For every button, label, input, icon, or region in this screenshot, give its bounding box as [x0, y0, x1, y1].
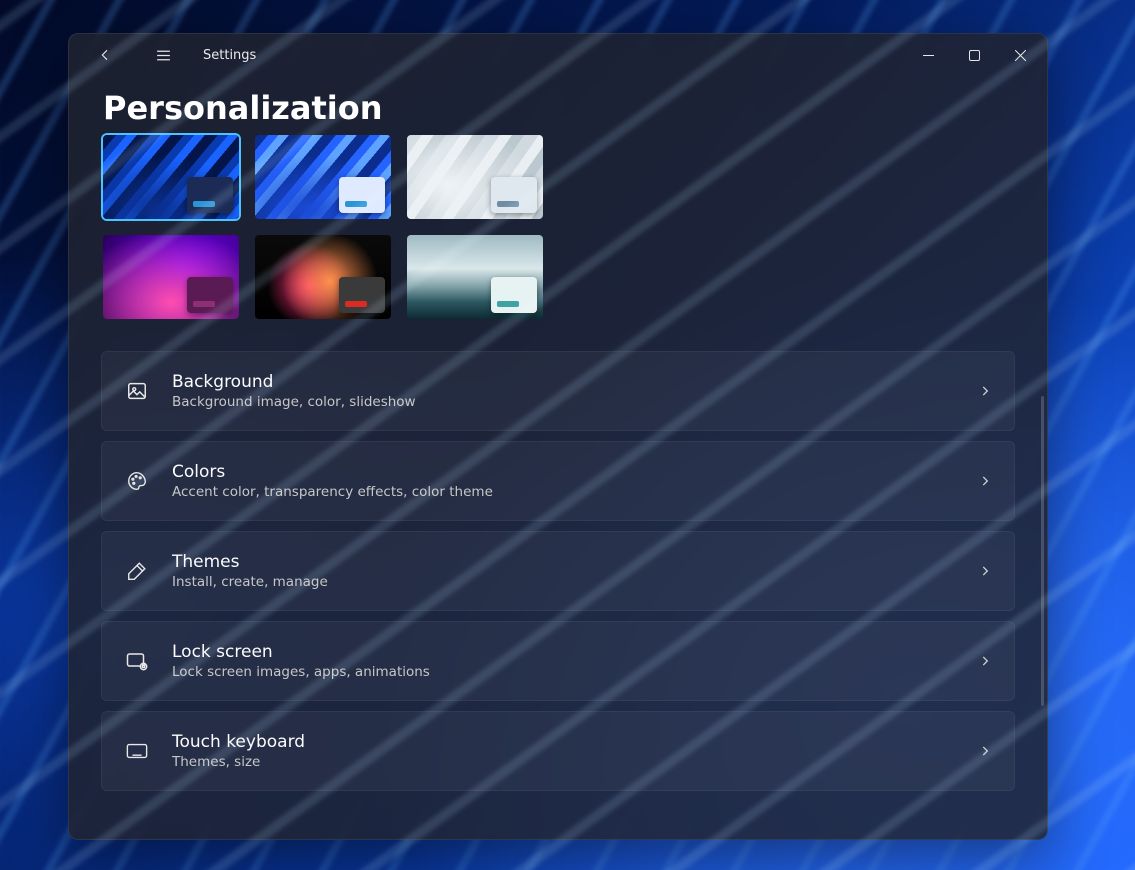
chevron-right-icon: [978, 474, 992, 488]
chevron-right-icon: [978, 654, 992, 668]
row-colors[interactable]: Colors Accent color, transparency effect…: [101, 441, 1015, 521]
keyboard-icon: [124, 742, 150, 760]
palette-icon: [124, 470, 150, 492]
app-title: Settings: [203, 48, 256, 63]
theme-thumb-5[interactable]: [253, 233, 393, 321]
maximize-button[interactable]: [951, 39, 997, 71]
scrollbar[interactable]: [1041, 396, 1044, 706]
row-title: Colors: [172, 462, 956, 482]
row-title: Background: [172, 372, 956, 392]
image-icon: [124, 380, 150, 402]
theme-thumb-6[interactable]: [405, 233, 545, 321]
row-touch-keyboard[interactable]: Touch keyboard Themes, size: [101, 711, 1015, 791]
row-themes[interactable]: Themes Install, create, manage: [101, 531, 1015, 611]
settings-list: Background Background image, color, slid…: [101, 351, 1015, 791]
theme-thumb-4[interactable]: [101, 233, 241, 321]
row-subtitle: Background image, color, slideshow: [172, 394, 956, 410]
page-title: Personalization: [103, 89, 1015, 127]
window-controls: [905, 39, 1043, 71]
row-title: Lock screen: [172, 642, 956, 662]
row-lock-screen[interactable]: Lock screen Lock screen images, apps, an…: [101, 621, 1015, 701]
theme-thumb-3[interactable]: [405, 133, 545, 221]
content-area: Personalization Background Background im…: [69, 76, 1047, 839]
row-title: Touch keyboard: [172, 732, 956, 752]
chevron-right-icon: [978, 564, 992, 578]
titlebar: Settings: [69, 34, 1047, 76]
back-button[interactable]: [87, 37, 123, 73]
nav-menu-button[interactable]: [145, 37, 181, 73]
desktop-wallpaper: Settings Personalization: [0, 0, 1135, 870]
chevron-right-icon: [978, 384, 992, 398]
row-subtitle: Install, create, manage: [172, 574, 956, 590]
brush-icon: [124, 560, 150, 582]
minimize-button[interactable]: [905, 39, 951, 71]
close-button[interactable]: [997, 39, 1043, 71]
lock-screen-icon: [124, 649, 150, 673]
settings-window: Settings Personalization: [68, 33, 1048, 840]
row-subtitle: Lock screen images, apps, animations: [172, 664, 956, 680]
theme-grid: [101, 133, 601, 321]
theme-thumb-2[interactable]: [253, 133, 393, 221]
theme-thumb-1[interactable]: [101, 133, 241, 221]
row-subtitle: Accent color, transparency effects, colo…: [172, 484, 956, 500]
row-title: Themes: [172, 552, 956, 572]
row-subtitle: Themes, size: [172, 754, 956, 770]
row-background[interactable]: Background Background image, color, slid…: [101, 351, 1015, 431]
chevron-right-icon: [978, 744, 992, 758]
